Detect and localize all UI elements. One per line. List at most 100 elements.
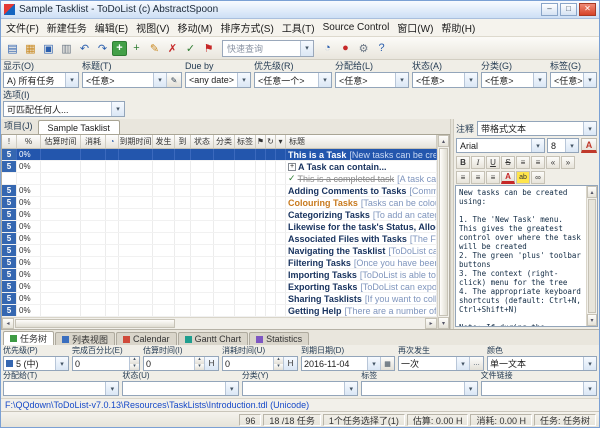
menu-item[interactable]: 移动(M) — [173, 19, 216, 36]
menu-item[interactable]: 排序方式(S) — [216, 19, 277, 36]
spinner-icon[interactable] — [194, 357, 204, 370]
expand-icon[interactable]: + — [288, 163, 296, 171]
indent-button[interactable]: » — [561, 156, 575, 169]
align-right-button[interactable]: ≡ — [486, 171, 500, 184]
priority-combo[interactable]: 5 (中) — [3, 356, 69, 371]
filter-combo[interactable]: <any date> — [185, 72, 251, 88]
comment-text[interactable]: New tasks can be created using: 1. The '… — [456, 186, 586, 326]
col-time-track[interactable]: ◔ — [106, 135, 119, 148]
track-time-icon[interactable]: ◔ — [319, 40, 336, 57]
category-combo[interactable] — [242, 381, 358, 396]
task-row[interactable]: 5 0% — [2, 221, 437, 233]
task-row[interactable]: 5 0% — [2, 149, 437, 161]
open-icon[interactable]: ▦ — [22, 40, 39, 57]
tab-task-tree[interactable]: 任务树 — [3, 331, 54, 345]
col-recurring[interactable]: ↻ — [266, 135, 276, 148]
menu-item[interactable]: 编辑(E) — [91, 19, 132, 36]
filter-combo[interactable]: <任意> — [481, 72, 547, 88]
scroll-down-icon[interactable] — [438, 317, 449, 329]
menu-item[interactable]: 新建任务 — [43, 19, 91, 36]
checkbox-icon[interactable]: ✓ — [288, 173, 296, 184]
spinner-icon[interactable] — [273, 357, 283, 370]
task-row[interactable]: 5 0% — [2, 305, 437, 317]
scrollbar-thumb[interactable] — [439, 148, 448, 316]
col-status[interactable]: 状态 — [191, 135, 214, 148]
file-path-link[interactable]: F:\QQdown\ToDoList-v7.0.13\Resources\Tas… — [5, 400, 309, 410]
new-subtask-icon[interactable]: + — [128, 40, 145, 57]
tab-calendar[interactable]: Calendar — [116, 332, 177, 345]
task-row[interactable]: 5 0% — [2, 269, 437, 281]
complete-task-icon[interactable]: ✓ — [182, 40, 199, 57]
col-title[interactable]: 标题 — [286, 135, 437, 148]
tab-list-view[interactable]: 列表视图 — [55, 332, 115, 345]
highlight-button[interactable]: ab — [516, 171, 530, 184]
col-est-time[interactable]: 估算时间 — [41, 135, 81, 148]
quick-search-input[interactable]: 快速查询 — [222, 40, 314, 57]
bold-button[interactable]: B — [456, 156, 470, 169]
allocated-to-combo[interactable] — [3, 381, 119, 396]
task-row[interactable]: 5 0% — [2, 161, 437, 173]
font-name-combo[interactable]: Arial — [456, 138, 545, 153]
gear-icon[interactable]: ⚙ — [355, 40, 372, 57]
color-combo[interactable]: 单一文本 — [487, 356, 597, 371]
task-row[interactable]: 5 0% — [2, 245, 437, 257]
redo-icon[interactable]: ↷ — [94, 40, 111, 57]
recurrence-options-button[interactable] — [469, 357, 483, 370]
bullet-list-button[interactable]: ≡ — [516, 156, 530, 169]
spinner-icon[interactable] — [129, 357, 139, 370]
menu-item[interactable]: 窗口(W) — [393, 19, 437, 36]
edit-task-icon[interactable]: ✎ — [146, 40, 163, 57]
menu-item[interactable]: 帮助(H) — [437, 19, 479, 36]
task-row[interactable]: 5 0% — [2, 209, 437, 221]
col-category[interactable]: 分类 — [214, 135, 235, 148]
tag-combo[interactable] — [361, 381, 477, 396]
col-tag[interactable]: 标签 — [235, 135, 256, 148]
maximize-button[interactable] — [560, 3, 577, 16]
font-color-icon[interactable]: A — [581, 138, 597, 153]
col-spent-time[interactable]: 消耗 — [81, 135, 106, 148]
percent-done-stepper[interactable]: 0 — [72, 356, 140, 371]
filter-combo[interactable]: <任意> — [550, 72, 597, 88]
print-icon[interactable]: ▥ — [58, 40, 75, 57]
record-icon[interactable]: ● — [337, 40, 354, 57]
file-link-combo[interactable] — [481, 381, 597, 396]
tab-statistics[interactable]: Statistics — [249, 332, 309, 345]
task-row[interactable]: + ✓ This is a completed task [A task can… — [2, 173, 437, 185]
new-tasklist-icon[interactable]: ▤ — [4, 40, 21, 57]
comment-format-combo[interactable]: 带格式文本 — [477, 121, 597, 136]
spent-time-unit[interactable]: H — [283, 357, 297, 370]
filter-combo[interactable]: <任意> — [335, 72, 409, 88]
comment-scrollbar[interactable] — [586, 186, 597, 326]
task-row[interactable]: 5 0% — [2, 257, 437, 269]
col-due-date[interactable]: 到期时间 — [119, 135, 153, 148]
close-button[interactable] — [579, 3, 596, 16]
horizontal-scrollbar[interactable] — [2, 317, 437, 329]
scroll-up-icon[interactable] — [438, 135, 449, 147]
menu-item[interactable]: 文件(F) — [2, 19, 43, 36]
col-percent[interactable]: % — [17, 135, 41, 148]
menu-item[interactable]: 工具(T) — [278, 19, 319, 36]
filter-combo[interactable]: <任意> — [412, 72, 478, 88]
task-row[interactable]: 5 0% — [2, 185, 437, 197]
flag-task-icon[interactable]: ⚑ — [200, 40, 217, 57]
filter-combo[interactable]: A) 所有任务 — [3, 72, 79, 88]
save-icon[interactable]: ▣ — [40, 40, 57, 57]
underline-button[interactable]: U — [486, 156, 500, 169]
scroll-down-icon[interactable] — [587, 314, 597, 326]
scroll-right-icon[interactable] — [425, 318, 437, 329]
scrollbar-thumb[interactable] — [15, 319, 175, 328]
spent-time-stepper[interactable]: 0 H — [222, 356, 298, 371]
task-row[interactable]: 5 0% — [2, 233, 437, 245]
italic-button[interactable]: I — [471, 156, 485, 169]
calendar-icon[interactable] — [380, 357, 394, 370]
est-time-stepper[interactable]: 0 H — [143, 356, 219, 371]
col-to[interactable]: 到 — [175, 135, 191, 148]
help-icon[interactable]: ? — [373, 40, 390, 57]
align-center-button[interactable]: ≡ — [471, 171, 485, 184]
minimize-button[interactable] — [541, 3, 558, 16]
filter-combo[interactable]: <任意> — [82, 72, 182, 88]
col-sort[interactable]: ▾ — [276, 135, 286, 148]
undo-icon[interactable]: ↶ — [76, 40, 93, 57]
col-flag[interactable]: ⚑ — [256, 135, 266, 148]
scroll-up-icon[interactable] — [587, 186, 597, 198]
